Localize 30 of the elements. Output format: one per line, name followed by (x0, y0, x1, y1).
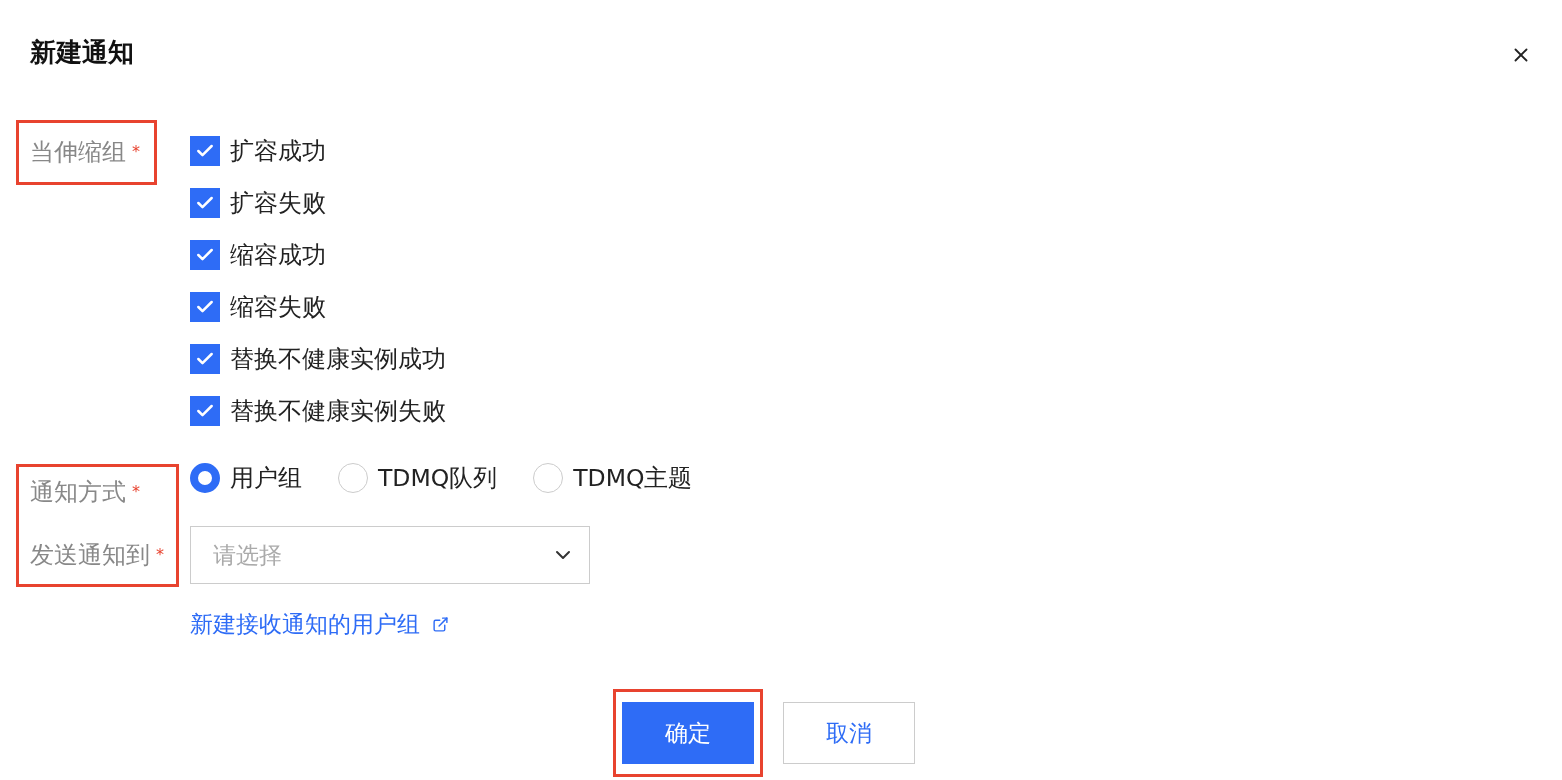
radio-label: 用户组 (230, 463, 302, 494)
field-label: 当伸缩组 (30, 137, 126, 167)
radio-button[interactable] (338, 463, 368, 493)
field-label: 发送通知到 (30, 540, 150, 570)
field-label: 通知方式 (30, 477, 126, 507)
confirm-button[interactable]: 确定 (621, 702, 754, 764)
checkbox[interactable] (190, 396, 220, 426)
checkbox[interactable] (190, 344, 220, 374)
checkbox[interactable] (190, 188, 220, 218)
radio-button[interactable] (533, 463, 564, 493)
checkbox-label: 扩容成功 (230, 136, 326, 167)
radio-button[interactable] (190, 463, 220, 493)
checkbox-label: 缩容失败 (230, 292, 326, 323)
checkbox-label: 替换不健康实例成功 (230, 344, 446, 375)
cancel-button[interactable]: 取消 (782, 702, 915, 764)
required-asterisk: * (132, 481, 140, 503)
create-group-link[interactable]: 新建接收通知的用户组 (190, 611, 449, 637)
external-link-icon (432, 615, 449, 633)
checkbox-label: 替换不健康实例失败 (230, 396, 446, 427)
checkbox[interactable] (190, 136, 220, 166)
radio-label: TDMQ队列 (378, 463, 498, 494)
radio-label: TDMQ主题 (573, 463, 693, 494)
dialog-title: 新建通知 (30, 35, 134, 69)
required-asterisk: * (156, 544, 164, 566)
required-asterisk: * (132, 141, 140, 163)
checkbox-label: 扩容失败 (230, 188, 326, 219)
checkbox-label: 缩容成功 (230, 240, 326, 271)
checkbox[interactable] (190, 240, 220, 270)
checkbox[interactable] (190, 292, 220, 322)
select-field[interactable]: 请选择 (190, 526, 590, 584)
